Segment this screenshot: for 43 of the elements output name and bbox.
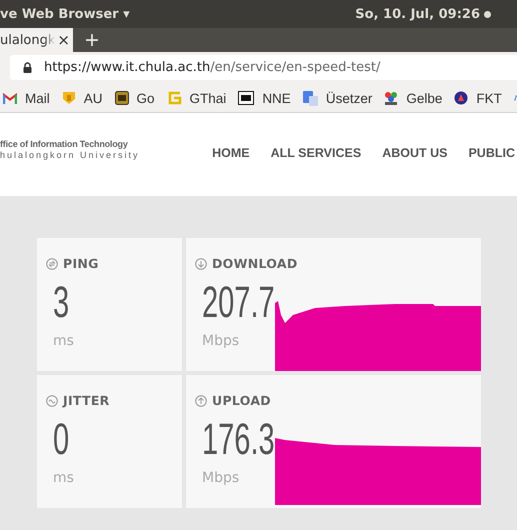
nav-link[interactable]: ABOUT US bbox=[382, 146, 448, 160]
framed-square-icon[interactable] bbox=[238, 91, 254, 105]
bookmark-link[interactable]: Üsetzer bbox=[326, 90, 372, 106]
logo-title[interactable]: ffice of Information Technology bbox=[0, 139, 140, 149]
lock-icon bbox=[23, 62, 32, 73]
metric-unit: Mbps bbox=[202, 470, 240, 486]
new-tab-button[interactable]: + bbox=[84, 30, 100, 50]
bookmark-link[interactable]: Go bbox=[136, 90, 155, 106]
ping-icon bbox=[46, 258, 58, 270]
colored-dots-icon[interactable] bbox=[384, 90, 398, 106]
metric-unit: Mbps bbox=[202, 333, 240, 349]
wave-icon bbox=[46, 394, 58, 406]
bookmark-link[interactable]: FKT bbox=[476, 90, 502, 106]
metric-value: 0 bbox=[53, 418, 70, 462]
metric-label: JITTER bbox=[63, 393, 110, 408]
browser-tab[interactable]: ulalongk× bbox=[0, 28, 73, 52]
metric-value: 3 bbox=[53, 281, 70, 325]
nav-link[interactable]: PUBLIC bbox=[468, 146, 515, 160]
upload-icon bbox=[195, 394, 207, 406]
metric-value: 207.7 bbox=[202, 281, 275, 325]
metric-unit: ms bbox=[53, 470, 75, 486]
mail-envelope-icon[interactable] bbox=[3, 92, 17, 104]
close-icon[interactable]: × bbox=[55, 31, 72, 49]
logo-subtitle[interactable]: hulalongkorn University bbox=[0, 150, 140, 160]
bookmark-link[interactable]: NNE bbox=[262, 90, 291, 106]
download-icon bbox=[195, 258, 207, 270]
status-dot-icon bbox=[484, 10, 491, 18]
bookmark-link[interactable]: Mail bbox=[25, 90, 50, 106]
bookmark-link[interactable]: Gelbe bbox=[406, 90, 442, 106]
square-badge-icon[interactable] bbox=[114, 91, 129, 105]
metric-unit: ms bbox=[53, 333, 75, 349]
nav-link[interactable]: HOME bbox=[212, 146, 250, 160]
metric-label: PING bbox=[63, 256, 99, 271]
metric-label: DOWNLOAD bbox=[212, 256, 298, 271]
bookmark-link[interactable]: GThai bbox=[190, 90, 226, 106]
clock[interactable]: So, 10. Jul, 09:26 bbox=[355, 6, 480, 22]
bookmark-link[interactable]: AU bbox=[84, 90, 103, 106]
shield-icon[interactable] bbox=[62, 91, 76, 105]
round-emblem-icon[interactable] bbox=[454, 91, 468, 105]
app-menu[interactable]: ve Web Browser ▾ bbox=[0, 6, 130, 22]
metric-label: UPLOAD bbox=[212, 393, 271, 408]
nav-link[interactable]: ALL SERVICES bbox=[270, 146, 362, 160]
metric-value: 176.3 bbox=[202, 418, 275, 462]
